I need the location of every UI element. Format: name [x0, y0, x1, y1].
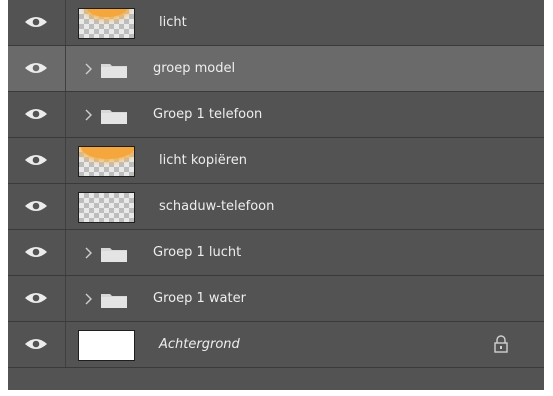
visibility-toggle[interactable]: [8, 322, 66, 367]
folder-icon: [101, 64, 127, 78]
layer-row-schaduw-telefoon[interactable]: schaduw-telefoon: [8, 184, 544, 230]
layer-row-groep-1-water[interactable]: Groep 1 water: [8, 276, 544, 322]
visibility-toggle[interactable]: [8, 138, 66, 183]
layer-name[interactable]: Groep 1 telefoon: [153, 106, 262, 124]
eye-icon: [25, 293, 47, 303]
eye-icon: [25, 109, 47, 119]
visibility-toggle[interactable]: [8, 92, 66, 137]
layer-name[interactable]: licht: [159, 14, 187, 32]
folder-icon: [101, 294, 127, 308]
visibility-toggle[interactable]: [8, 230, 66, 275]
folder-icon: [101, 248, 127, 262]
layer-row-achtergrond[interactable]: Achtergrond: [8, 322, 544, 368]
chevron-right-icon[interactable]: [82, 244, 96, 262]
visibility-toggle[interactable]: [8, 46, 66, 91]
eye-icon: [25, 17, 47, 27]
layer-row-licht-kopieren[interactable]: licht kopiëren: [8, 138, 544, 184]
layer-thumbnail[interactable]: [78, 146, 135, 177]
visibility-toggle[interactable]: [8, 276, 66, 321]
layer-name[interactable]: Groep 1 lucht: [153, 244, 241, 262]
layers-panel: licht groep model Groep 1 telefoon licht…: [8, 0, 544, 390]
chevron-right-icon[interactable]: [82, 60, 96, 78]
layer-thumbnail[interactable]: [78, 192, 135, 223]
layer-thumbnail[interactable]: [78, 8, 135, 39]
chevron-right-icon[interactable]: [82, 290, 96, 308]
eye-icon: [25, 201, 47, 211]
lock-icon[interactable]: [493, 334, 509, 354]
chevron-right-icon[interactable]: [82, 106, 96, 124]
layer-row-licht[interactable]: licht: [8, 0, 544, 46]
visibility-toggle[interactable]: [8, 184, 66, 229]
layer-row-groep-1-lucht[interactable]: Groep 1 lucht: [8, 230, 544, 276]
eye-icon: [25, 63, 47, 73]
eye-icon: [25, 339, 47, 349]
layer-row-groep-model[interactable]: groep model: [8, 46, 544, 92]
layer-name[interactable]: licht kopiëren: [159, 152, 247, 170]
layer-name[interactable]: schaduw-telefoon: [159, 198, 274, 216]
visibility-toggle[interactable]: [8, 0, 66, 45]
layer-name[interactable]: Groep 1 water: [153, 290, 246, 308]
eye-icon: [25, 247, 47, 257]
folder-icon: [101, 110, 127, 124]
eye-icon: [25, 155, 47, 165]
layer-thumbnail[interactable]: [78, 330, 135, 361]
layer-row-groep-1-telefoon[interactable]: Groep 1 telefoon: [8, 92, 544, 138]
layer-name[interactable]: Achtergrond: [159, 336, 240, 354]
layer-name[interactable]: groep model: [153, 60, 235, 78]
